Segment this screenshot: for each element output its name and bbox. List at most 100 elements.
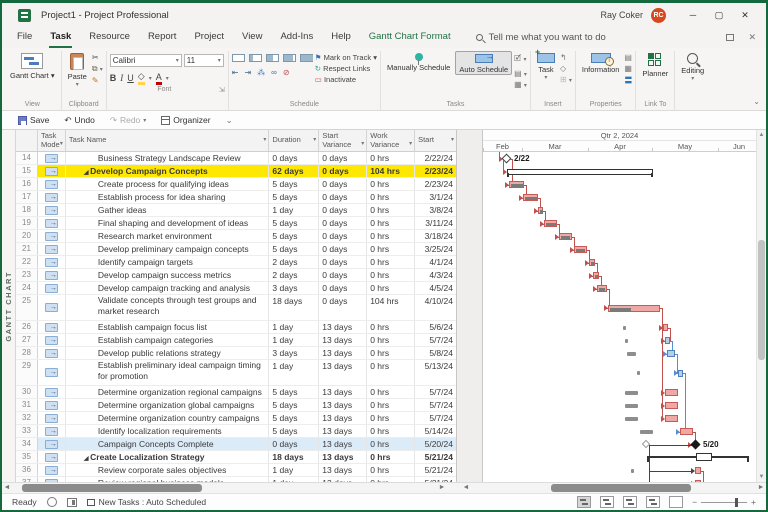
gantt-task-bar[interactable] xyxy=(574,246,587,253)
start-variance-cell[interactable]: 0 days xyxy=(319,269,367,281)
underline-button[interactable]: U xyxy=(127,73,134,83)
row-number[interactable]: 29 xyxy=(16,360,38,385)
pane-splitter[interactable] xyxy=(457,130,483,482)
gantt-task-bar[interactable] xyxy=(695,467,701,474)
tell-me-search[interactable]: Tell me what you want to do xyxy=(476,32,606,43)
tab-gantt-chart-format[interactable]: Gantt Chart Format xyxy=(360,27,460,48)
table-row[interactable]: 36Review corporate sales objectives1 day… xyxy=(16,464,456,477)
work-variance-cell[interactable]: 0 hrs xyxy=(367,321,415,333)
scroll-down-icon[interactable]: ▼ xyxy=(757,472,766,482)
duration-cell[interactable]: 62 days xyxy=(269,165,319,177)
table-row[interactable]: 35◢ Create Localization Strategy18 days1… xyxy=(16,451,456,464)
row-number[interactable]: 27 xyxy=(16,334,38,346)
bold-button[interactable]: B xyxy=(110,73,117,83)
move-task-button[interactable]: ▤ ▾ xyxy=(514,69,527,78)
task-name-cell[interactable]: Campaign Concepts Complete xyxy=(66,438,270,450)
task-name-cell[interactable]: Identify localization requirements xyxy=(66,425,270,437)
work-variance-cell[interactable]: 0 hrs xyxy=(367,412,415,424)
column-header-task-name[interactable]: Task Name▾ xyxy=(66,130,270,151)
task-mode-cell[interactable] xyxy=(38,438,66,450)
column-header-start[interactable]: Start▾ xyxy=(415,130,456,151)
start-variance-cell[interactable]: 0 days xyxy=(319,204,367,216)
task-name-cell[interactable]: Develop preliminary campaign concepts xyxy=(66,243,270,255)
table-row[interactable]: 27Establish campaign categories1 day13 d… xyxy=(16,334,456,347)
collapse-outline-icon[interactable]: ◢ xyxy=(84,456,90,462)
work-variance-cell[interactable]: 104 hrs xyxy=(367,165,415,177)
gantt-task-bar[interactable] xyxy=(665,402,678,409)
table-row[interactable]: 20Research market environment5 days0 day… xyxy=(16,230,456,243)
chart-scroll-left-icon[interactable]: ◄ xyxy=(461,483,471,493)
report-view-icon[interactable] xyxy=(669,496,683,508)
task-name-cell[interactable]: Review regional business models xyxy=(66,477,270,482)
row-number[interactable]: 26 xyxy=(16,321,38,333)
row-number[interactable]: 25 xyxy=(16,295,38,320)
duration-cell[interactable]: 5 days xyxy=(269,191,319,203)
view-bar[interactable]: GANTT CHART xyxy=(2,130,16,482)
start-cell[interactable]: 3/8/24 xyxy=(415,204,456,216)
row-number[interactable]: 32 xyxy=(16,412,38,424)
zoom-slider[interactable] xyxy=(701,502,747,503)
gantt-task-bar[interactable] xyxy=(680,428,693,435)
font-name-combo[interactable]: Calibri▾ xyxy=(110,54,182,67)
font-size-combo[interactable]: 11▾ xyxy=(184,54,224,67)
outdent-task-icon[interactable]: ⇤ xyxy=(232,68,239,77)
table-row[interactable]: 29Establish preliminary ideal campaign t… xyxy=(16,360,456,386)
paste-button[interactable]: Paste▾ xyxy=(65,51,90,89)
start-cell[interactable]: 5/21/24 xyxy=(415,451,456,463)
task-mode-cell[interactable] xyxy=(38,386,66,398)
insert-summary-icon[interactable]: ↰ xyxy=(560,53,572,62)
start-cell[interactable]: 4/3/24 xyxy=(415,269,456,281)
resource-sheet-view-icon[interactable] xyxy=(646,496,660,508)
add-to-timeline-icon[interactable]: 〓 xyxy=(624,75,632,86)
duration-cell[interactable]: 5 days xyxy=(269,217,319,229)
task-mode-cell[interactable] xyxy=(38,412,66,424)
duration-cell[interactable]: 5 days xyxy=(269,425,319,437)
table-hscroll-thumb[interactable] xyxy=(22,484,202,492)
task-name-cell[interactable]: Establish campaign categories xyxy=(66,334,270,346)
minimize-button[interactable]: ─ xyxy=(680,10,706,20)
work-variance-cell[interactable]: 0 hrs xyxy=(367,477,415,482)
row-number[interactable]: 31 xyxy=(16,399,38,411)
task-mode-cell[interactable] xyxy=(38,152,66,164)
duration-cell[interactable]: 5 days xyxy=(269,230,319,242)
work-variance-cell[interactable]: 0 hrs xyxy=(367,386,415,398)
task-mode-cell[interactable] xyxy=(38,230,66,242)
table-row[interactable]: 22Identify campaign targets2 days0 days0… xyxy=(16,256,456,269)
duration-cell[interactable]: 1 day xyxy=(269,334,319,346)
task-name-cell[interactable]: Final shaping and development of ideas xyxy=(66,217,270,229)
insert-deliverable-icon[interactable]: ⊞ ▾ xyxy=(560,75,572,84)
table-scroll-right-icon[interactable]: ► xyxy=(437,483,447,493)
start-cell[interactable]: 5/6/24 xyxy=(415,321,456,333)
format-painter-button[interactable]: ✎ xyxy=(92,76,103,85)
gantt-canvas[interactable]: 2/225/20 xyxy=(483,152,756,482)
row-number[interactable]: 28 xyxy=(16,347,38,359)
qat-customize-icon[interactable]: ⌄ xyxy=(220,115,239,126)
italic-button[interactable]: I xyxy=(120,73,123,83)
duration-cell[interactable]: 1 day xyxy=(269,204,319,216)
start-variance-cell[interactable]: 0 days xyxy=(319,165,367,177)
task-mode-cell[interactable] xyxy=(38,282,66,294)
details-icon[interactable]: ▦ xyxy=(624,64,632,73)
duration-cell[interactable]: 0 days xyxy=(269,152,319,164)
table-row[interactable]: 28Develop public relations strategy3 day… xyxy=(16,347,456,360)
start-cell[interactable]: 4/5/24 xyxy=(415,282,456,294)
task-mode-button[interactable]: ▦ ▾ xyxy=(514,80,527,89)
gantt-task-bar[interactable] xyxy=(695,480,701,482)
collapse-outline-icon[interactable]: ◢ xyxy=(84,170,90,176)
start-variance-cell[interactable]: 13 days xyxy=(319,386,367,398)
duration-cell[interactable]: 3 days xyxy=(269,347,319,359)
tab-project[interactable]: Project xyxy=(185,27,233,48)
information-button[interactable]: Information xyxy=(579,51,623,74)
row-number[interactable]: 14 xyxy=(16,152,38,164)
duration-cell[interactable]: 3 days xyxy=(269,282,319,294)
table-row[interactable]: 26Establish campaign focus list1 day13 d… xyxy=(16,321,456,334)
zoom-slider-thumb[interactable] xyxy=(735,498,738,507)
duration-cell[interactable]: 1 day xyxy=(269,464,319,476)
start-variance-cell[interactable]: 0 days xyxy=(319,282,367,294)
work-variance-cell[interactable]: 0 hrs xyxy=(367,178,415,190)
gantt-task-bar[interactable] xyxy=(589,259,595,266)
tab-view[interactable]: View xyxy=(233,27,271,48)
work-variance-cell[interactable]: 0 hrs xyxy=(367,204,415,216)
column-header-task-mode[interactable]: TaskMode▾ xyxy=(38,130,66,151)
task-name-cell[interactable]: Develop campaign success metrics xyxy=(66,269,270,281)
